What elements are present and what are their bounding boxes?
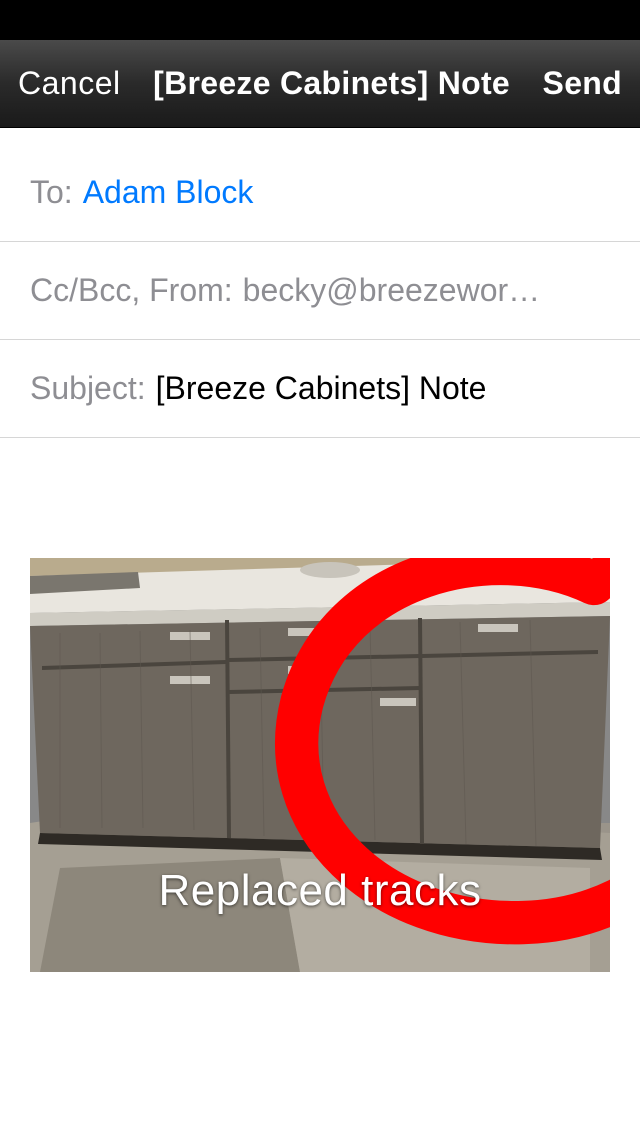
nav-title: [Breeze Cabinets] Note	[153, 65, 510, 102]
to-recipient[interactable]: Adam Block	[83, 174, 254, 211]
status-bar	[0, 0, 640, 40]
attached-photo[interactable]: Replaced tracks	[30, 558, 610, 972]
cancel-button[interactable]: Cancel	[18, 65, 121, 102]
subject-value: [Breeze Cabinets] Note	[156, 370, 487, 407]
nav-bar: Cancel [Breeze Cabinets] Note Send	[0, 40, 640, 128]
subject-field[interactable]: Subject: [Breeze Cabinets] Note	[0, 340, 640, 438]
from-value: becky@breezewor…	[243, 272, 540, 309]
compose-area: To: Adam Block Cc/Bcc, From: becky@breez…	[0, 128, 640, 1002]
send-button[interactable]: Send	[543, 65, 622, 102]
email-body[interactable]: Replaced tracks	[0, 438, 640, 1002]
photo-caption: Replaced tracks	[30, 866, 610, 916]
subject-label: Subject:	[30, 370, 146, 407]
cc-bcc-from-field[interactable]: Cc/Bcc, From: becky@breezewor…	[0, 242, 640, 340]
cc-label: Cc/Bcc, From:	[30, 272, 233, 309]
to-field[interactable]: To: Adam Block	[0, 128, 640, 242]
to-label: To:	[30, 174, 73, 211]
